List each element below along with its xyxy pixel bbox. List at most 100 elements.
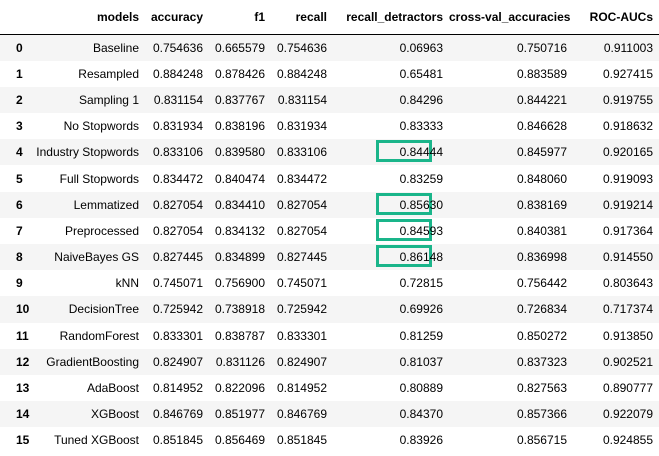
cell-roc-auc: 0.913850 [602, 328, 653, 343]
cell-model-name: Tuned XGBoost [54, 433, 139, 448]
cell-roc-auc: 0.918632 [602, 119, 653, 134]
table-row: 10 DecisionTree 0.725942 0.738918 0.725942 0.… [0, 296, 659, 323]
cell-roc-auc: 0.919214 [602, 197, 653, 212]
cell-f1: 0.834132 [214, 223, 265, 238]
cell-recall-detractors: 0.69926 [399, 302, 443, 317]
row-index: 8 [16, 250, 23, 265]
cell-accuracy: 0.827445 [152, 250, 203, 265]
table-row: 9 kNN 0.745071 0.756900 0.745071 0.72815 0.756… [0, 270, 659, 297]
cell-recall: 0.827054 [276, 197, 327, 212]
cell-accuracy: 0.745071 [152, 276, 203, 291]
cell-roc-auc: 0.922079 [602, 407, 653, 422]
cell-f1: 0.838787 [214, 328, 265, 343]
cell-model-name: Lemmatized [73, 197, 139, 212]
cell-roc-auc: 0.927415 [602, 66, 653, 81]
cell-recall-detractors: 0.65481 [399, 66, 443, 81]
cell-accuracy: 0.725942 [152, 302, 203, 317]
row-index: 10 [16, 302, 30, 317]
row-index: 9 [16, 276, 23, 291]
cell-recall-detractors: 0.85630 [333, 192, 449, 218]
row-index: 3 [16, 119, 23, 134]
cell-roc-auc: 0.920165 [602, 145, 653, 160]
cell-recall-detractors: 0.84370 [399, 407, 443, 422]
cell-recall: 0.846769 [276, 407, 327, 422]
row-index: 11 [16, 328, 29, 343]
cell-cross-val-accuracy: 0.838169 [516, 197, 567, 212]
highlighted-value: 0.86148 [399, 250, 443, 265]
cell-accuracy: 0.827054 [152, 223, 203, 238]
table-row: 2 Sampling 1 0.831154 0.837767 0.831154 0.842… [0, 86, 659, 114]
table-row: 1 Resampled 0.884248 0.878426 0.884248 0.6548… [0, 60, 659, 87]
cell-cross-val-accuracy: 0.848060 [516, 171, 567, 186]
table-row: 6 Lemmatized 0.827054 0.834410 0.827054 0.856… [0, 191, 659, 218]
cell-recall-detractors: 0.84593 [333, 218, 449, 244]
cell-f1: 0.834899 [214, 250, 265, 265]
cell-recall: 0.827445 [276, 250, 327, 265]
cell-cross-val-accuracy: 0.844221 [516, 92, 567, 107]
cell-cross-val-accuracy: 0.827563 [516, 381, 567, 396]
cell-recall: 0.754636 [276, 40, 327, 55]
cell-model-name: Full Stopwords [59, 171, 139, 186]
cell-cross-val-accuracy: 0.857366 [516, 407, 567, 422]
cell-accuracy: 0.851845 [152, 433, 203, 448]
column-header-roc-aucs: ROC-AUCs [573, 0, 659, 35]
cell-recall-detractors: 0.86148 [333, 244, 449, 270]
cell-f1: 0.878426 [214, 66, 265, 81]
row-index: 7 [16, 223, 23, 238]
highlighted-value: 0.85630 [399, 197, 443, 212]
row-index: 13 [16, 381, 30, 396]
row-index: 12 [16, 354, 30, 369]
cell-recall-detractors: 0.80889 [399, 381, 443, 396]
cell-accuracy: 0.814952 [152, 381, 203, 396]
table-row: 4 Industry Stopwords 0.833106 0.839580 0.833… [0, 139, 659, 166]
cell-cross-val-accuracy: 0.840381 [516, 223, 567, 238]
row-index: 2 [16, 92, 23, 107]
cell-recall: 0.745071 [276, 276, 327, 291]
cell-roc-auc: 0.917364 [602, 223, 653, 238]
cell-recall: 0.725942 [276, 302, 327, 317]
table-row: 8 NaiveBayes GS 0.827445 0.834899 0.827445 0.… [0, 244, 659, 271]
row-index: 0 [16, 40, 23, 55]
cell-f1: 0.665579 [214, 40, 265, 55]
cell-recall: 0.851845 [276, 433, 327, 448]
cell-roc-auc: 0.890777 [602, 381, 653, 396]
cell-f1: 0.840474 [214, 171, 265, 186]
cell-recall-detractors: 0.72815 [399, 276, 443, 291]
cell-cross-val-accuracy: 0.837323 [516, 354, 567, 369]
cell-accuracy: 0.846769 [152, 407, 203, 422]
cell-recall-detractors: 0.83926 [399, 433, 443, 448]
cell-f1: 0.831126 [215, 354, 265, 369]
cell-recall-detractors: 0.06963 [399, 40, 443, 55]
cell-model-name: Sampling 1 [78, 92, 139, 107]
table-header: models accuracy f1 recall recall_detract… [0, 0, 659, 35]
table-row: 13 AdaBoost 0.814952 0.822096 0.814952 0.8088… [0, 374, 659, 402]
cell-cross-val-accuracy: 0.846628 [516, 119, 567, 134]
cell-model-name: Resampled [78, 66, 139, 81]
cell-recall-detractors: 0.81259 [399, 328, 443, 343]
column-header-accuracy: accuracy [145, 0, 209, 35]
column-header-f1: f1 [209, 0, 271, 35]
column-header-cross-val-accuracies: cross-val_accuracies [449, 0, 573, 35]
cell-recall: 0.824907 [276, 354, 327, 369]
cell-f1: 0.756900 [214, 276, 265, 291]
cell-f1: 0.834410 [214, 197, 265, 212]
cell-cross-val-accuracy: 0.726834 [516, 302, 567, 317]
cell-accuracy: 0.754636 [152, 40, 203, 55]
cell-f1: 0.851977 [214, 407, 265, 422]
table-row: 11 RandomForest 0.833301 0.838787 0.833301 0.… [0, 322, 659, 349]
cell-accuracy: 0.833301 [152, 328, 203, 343]
cell-accuracy: 0.834472 [152, 171, 203, 186]
cell-roc-auc: 0.911003 [603, 40, 653, 55]
results-dataframe-table: models accuracy f1 recall recall_detract… [0, 0, 659, 454]
cell-model-name: XGBoost [90, 407, 139, 422]
cell-roc-auc: 0.919755 [602, 92, 653, 107]
cell-recall: 0.827054 [276, 223, 327, 238]
cell-model-name: Baseline [92, 40, 139, 55]
column-header-recall-detractors: recall_detractors [333, 0, 449, 35]
cell-cross-val-accuracy: 0.756442 [516, 276, 567, 291]
column-header-recall: recall [271, 0, 333, 35]
cell-recall: 0.834472 [276, 171, 327, 186]
cell-f1: 0.838196 [214, 119, 265, 134]
cell-recall-detractors: 0.83333 [399, 119, 443, 134]
row-index: 4 [16, 145, 23, 160]
